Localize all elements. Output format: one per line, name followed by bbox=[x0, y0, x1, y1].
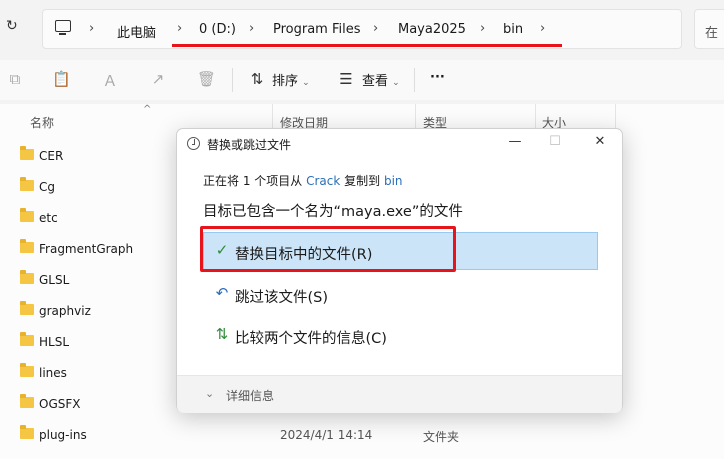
rename-icon[interactable]: Ａ bbox=[101, 70, 119, 90]
sort-button[interactable]: 排序 ⌄ bbox=[272, 70, 310, 89]
path-highlight-underline bbox=[172, 44, 562, 47]
folder-icon bbox=[20, 177, 34, 191]
progress-prefix: 正在将 1 个项目从 bbox=[203, 174, 307, 188]
progress-middle: 复制到 bbox=[340, 174, 384, 188]
folder-icon bbox=[20, 363, 34, 377]
column-header-name[interactable]: 名称 bbox=[30, 114, 54, 131]
file-name: OGSFX bbox=[39, 397, 81, 411]
maximize-button: ☐ bbox=[549, 134, 561, 149]
folder-icon bbox=[20, 301, 34, 315]
sort-ascending-icon: ^ bbox=[143, 104, 152, 115]
more-details-button[interactable]: 详细信息 bbox=[226, 387, 274, 404]
folder-icon bbox=[20, 394, 34, 408]
breadcrumb-maya2025[interactable]: Maya2025 bbox=[398, 22, 466, 37]
file-type: 文件夹 bbox=[423, 430, 460, 444]
chevron-down-icon[interactable]: ⌄ bbox=[205, 387, 214, 400]
file-name: graphviz bbox=[39, 304, 91, 318]
copy-progress-text: 正在将 1 个项目从 Crack 复制到 bin bbox=[203, 172, 403, 189]
more-options-button[interactable]: ··· bbox=[430, 70, 445, 85]
dialog-title-bar[interactable]: 替换或跳过文件 — ☐ ✕ bbox=[177, 129, 622, 159]
file-name: CER bbox=[39, 149, 64, 163]
folder-icon bbox=[20, 332, 34, 346]
conflict-heading: 目标已包含一个名为“maya.exe”的文件 bbox=[203, 204, 463, 220]
file-name: GLSL bbox=[39, 273, 70, 287]
view-icon[interactable]: ☰ bbox=[337, 70, 355, 88]
folder-icon bbox=[20, 425, 34, 439]
file-name: etc bbox=[39, 211, 58, 225]
breadcrumb-drive-d[interactable]: 0 (D:) bbox=[199, 22, 236, 37]
breadcrumb-bin[interactable]: bin bbox=[503, 22, 523, 37]
view-button[interactable]: 查看 ⌄ bbox=[362, 70, 400, 89]
view-label: 查看 bbox=[362, 74, 389, 89]
file-name: lines bbox=[39, 366, 67, 380]
compare-option-label: 比较两个文件的信息(C) bbox=[235, 331, 387, 347]
search-placeholder: 在 bbox=[705, 26, 719, 41]
compare-icon: ⇅ bbox=[215, 325, 229, 343]
file-name: Cg bbox=[39, 180, 55, 194]
folder-icon bbox=[20, 208, 34, 222]
toolbar-divider bbox=[414, 68, 415, 92]
copy-icon[interactable]: ⧉ bbox=[6, 70, 24, 88]
folder-icon bbox=[20, 146, 34, 160]
breadcrumb[interactable]: › 此电脑 › 0 (D:) › Program Files › Maya202… bbox=[42, 9, 682, 49]
file-name: plug-ins bbox=[39, 428, 87, 442]
clock-icon bbox=[187, 137, 200, 150]
chevron-down-icon: ⌄ bbox=[302, 78, 310, 88]
dialog-footer: ⌄ 详细信息 bbox=[177, 375, 622, 413]
folder-icon bbox=[20, 270, 34, 284]
skip-option[interactable]: ↶ 跳过该文件(S) bbox=[203, 275, 598, 313]
command-toolbar: ⧉ 📋 Ａ ↗ 🗑 ⇅ 排序 ⌄ ☰ 查看 ⌄ ··· bbox=[0, 60, 724, 100]
chevron-right-icon[interactable]: › bbox=[480, 21, 485, 36]
address-bar: ↻ › 此电脑 › 0 (D:) › Program Files › Maya2… bbox=[0, 0, 724, 56]
share-icon[interactable]: ↗ bbox=[149, 70, 167, 88]
refresh-icon[interactable]: ↻ bbox=[6, 18, 18, 34]
option-highlight-box bbox=[200, 226, 456, 272]
minimize-button[interactable]: — bbox=[505, 134, 525, 149]
list-item[interactable]: plug-ins 2024/4/1 14:14 文件夹 bbox=[0, 419, 724, 450]
paste-icon[interactable]: 📋 bbox=[52, 70, 71, 88]
file-date: 2024/4/1 14:14 bbox=[280, 428, 373, 442]
breadcrumb-this-pc[interactable]: 此电脑 bbox=[117, 22, 156, 41]
skip-arrow-icon: ↶ bbox=[215, 284, 229, 302]
file-name: FragmentGraph bbox=[39, 242, 134, 256]
delete-icon[interactable]: 🗑 bbox=[197, 70, 216, 88]
close-button[interactable]: ✕ bbox=[590, 134, 610, 149]
chevron-right-icon[interactable]: › bbox=[249, 21, 254, 36]
compare-option[interactable]: ⇅ 比较两个文件的信息(C) bbox=[203, 316, 598, 354]
chevron-right-icon[interactable]: › bbox=[177, 21, 182, 36]
chevron-right-icon[interactable]: › bbox=[540, 21, 545, 36]
skip-option-label: 跳过该文件(S) bbox=[235, 290, 329, 306]
search-input[interactable]: 在 bbox=[694, 9, 724, 49]
chevron-right-icon[interactable]: › bbox=[373, 21, 378, 36]
sort-label: 排序 bbox=[272, 74, 299, 89]
toolbar-divider bbox=[232, 68, 233, 92]
breadcrumb-program-files[interactable]: Program Files bbox=[273, 22, 361, 37]
sort-icon[interactable]: ⇅ bbox=[248, 70, 266, 88]
destination-folder-link[interactable]: bin bbox=[384, 174, 403, 188]
file-name: HLSL bbox=[39, 335, 70, 349]
computer-icon bbox=[55, 20, 71, 35]
dialog-title: 替换或跳过文件 bbox=[207, 138, 292, 152]
source-folder-link[interactable]: Crack bbox=[306, 174, 340, 188]
chevron-right-icon[interactable]: › bbox=[89, 21, 94, 36]
folder-icon bbox=[20, 239, 34, 253]
chevron-down-icon: ⌄ bbox=[392, 78, 400, 88]
